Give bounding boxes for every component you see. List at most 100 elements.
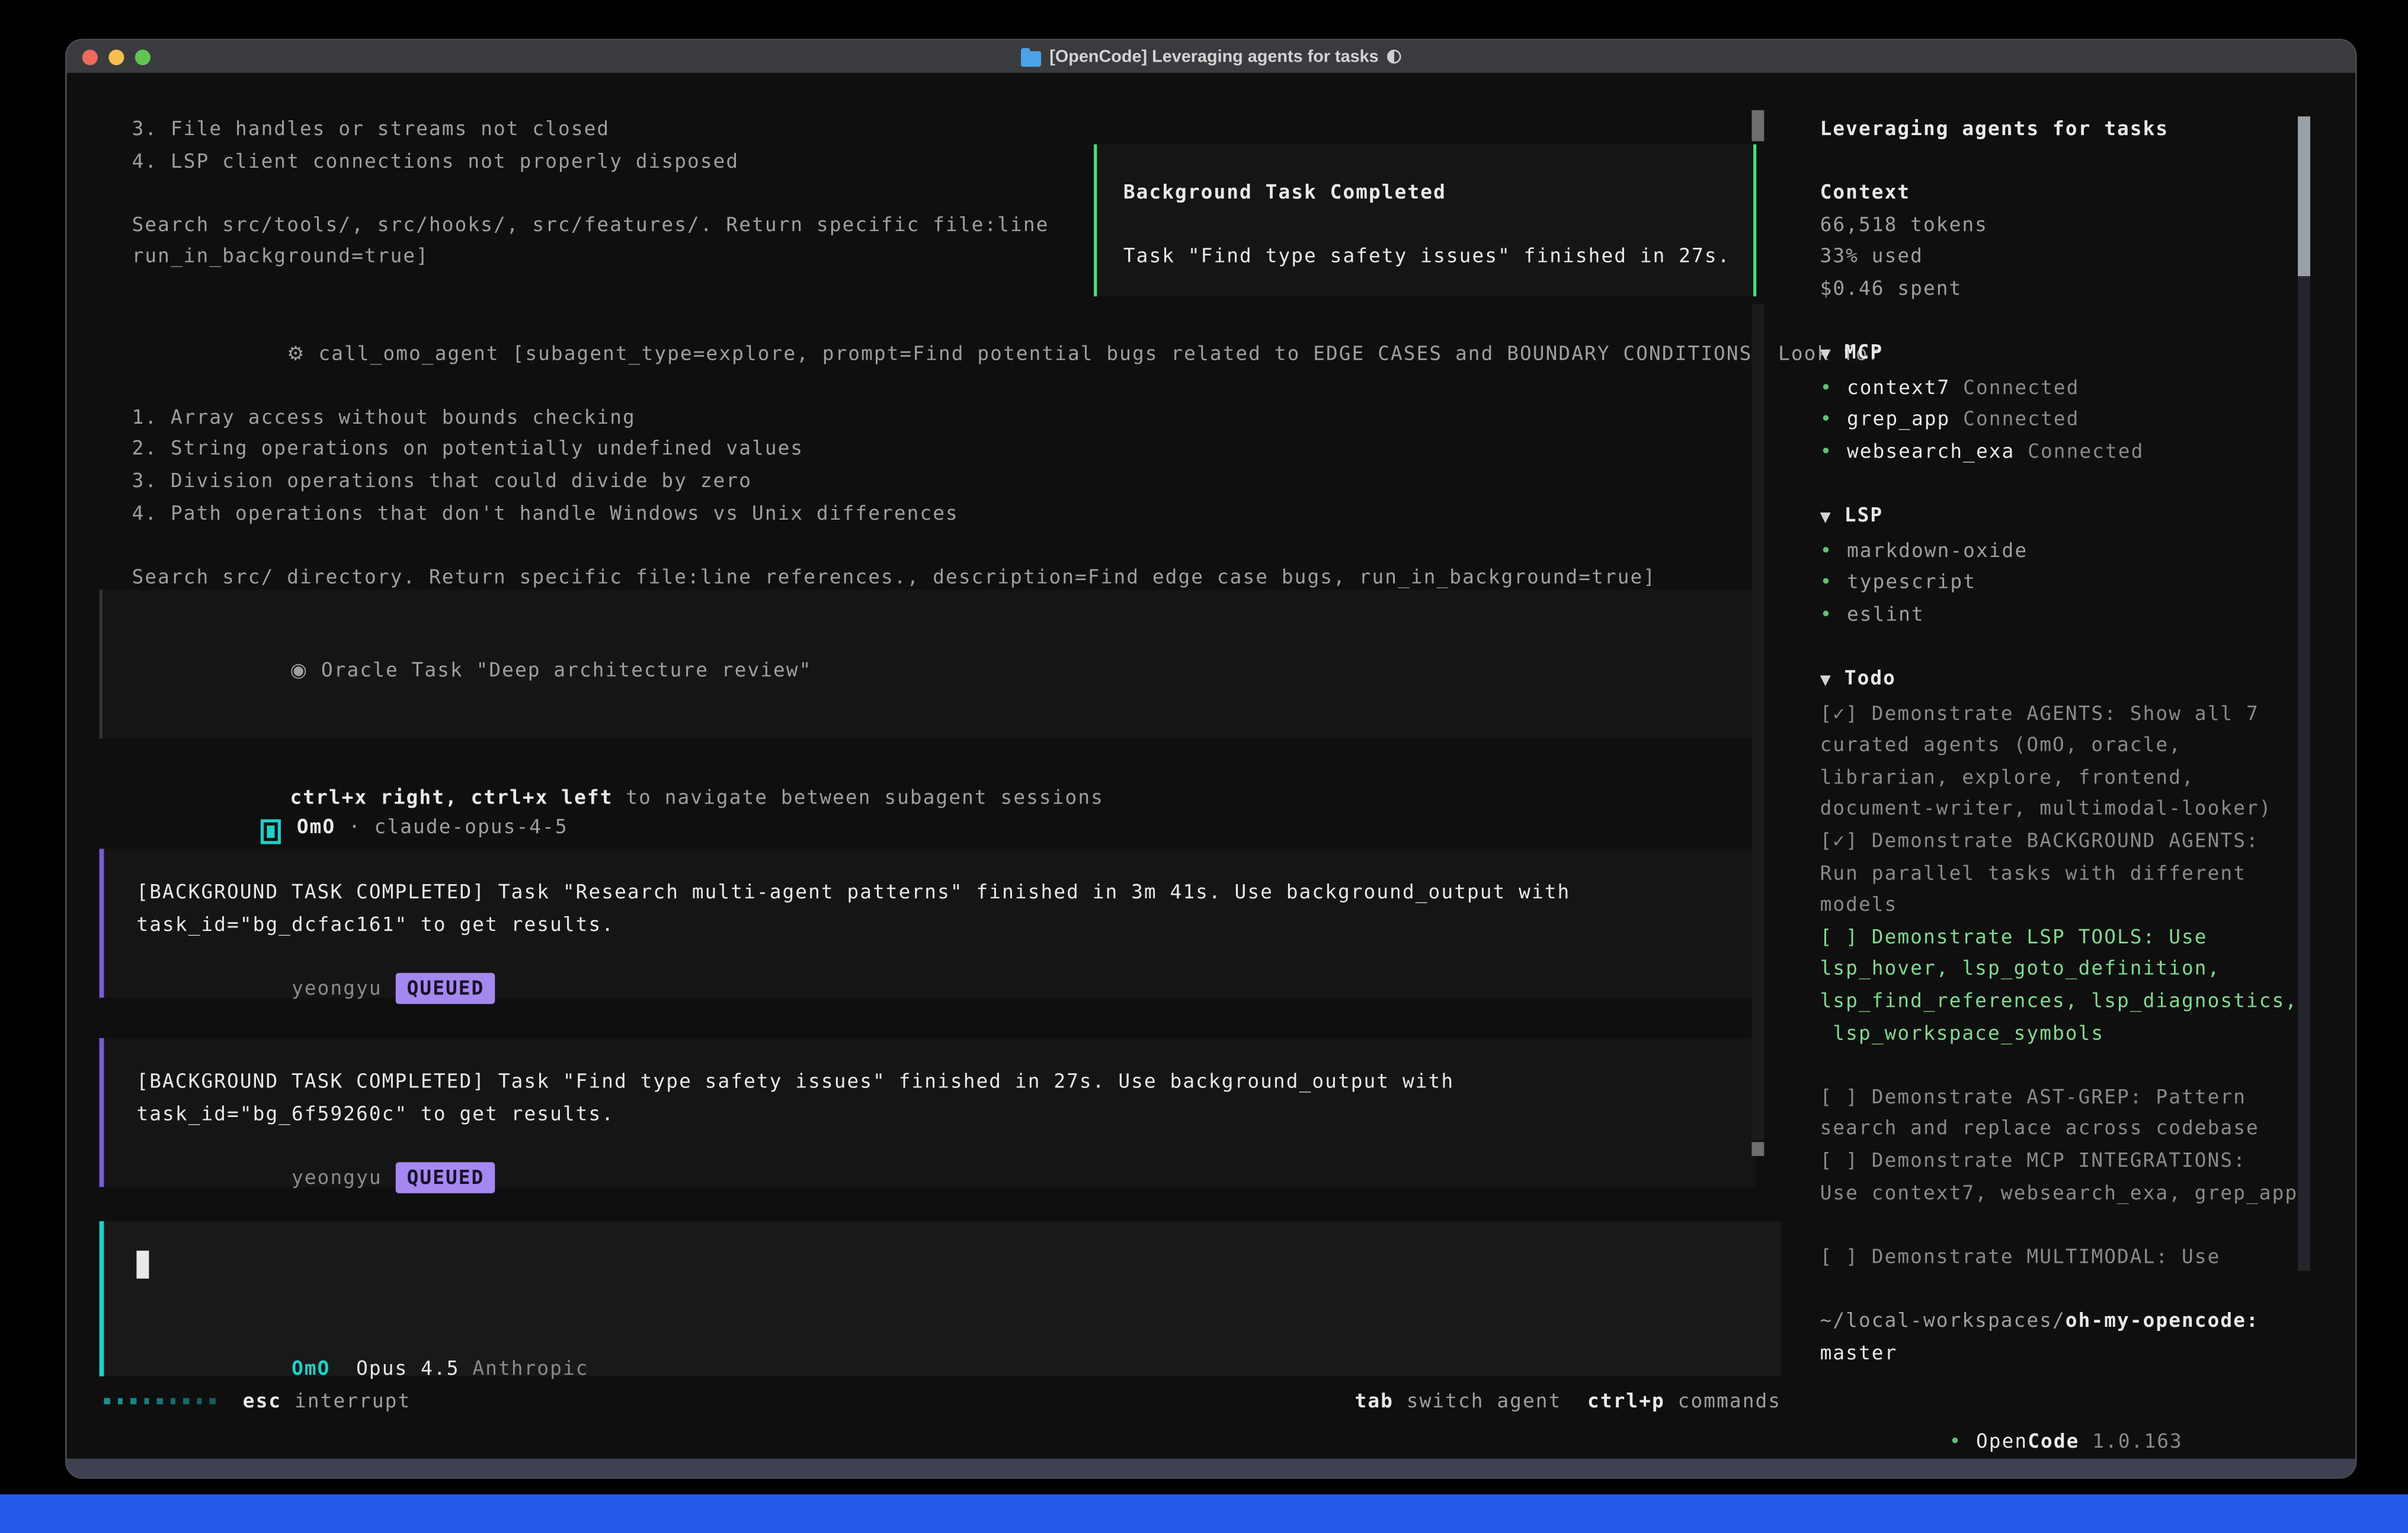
text-cursor: [136, 1251, 149, 1279]
sidebar-scrollbar-thumb[interactable]: [2298, 116, 2310, 276]
agent-model: claude-opus-4-5: [374, 814, 568, 837]
spinner-dots: [104, 1398, 214, 1404]
agent-separator: ·: [348, 814, 361, 837]
mcp-item: • websearch_exa Connected: [1820, 436, 2354, 468]
folder-icon: [1022, 50, 1042, 66]
tab-key-label: switch agent: [1407, 1385, 1562, 1417]
status-dot-icon: •: [1820, 538, 1833, 561]
notification-title: Background Task Completed: [1123, 177, 1753, 209]
lsp-item: •typescript: [1820, 567, 2354, 599]
mcp-heading: MCP: [1845, 337, 1883, 369]
context-details: 66,518 tokens 33% used $0.46 spent: [1820, 209, 2354, 305]
status-dot-icon: •: [1820, 439, 1833, 462]
main-scrollbar-end[interactable]: [1751, 1142, 1764, 1156]
oracle-task-card: ◉ Oracle Task "Deep architecture review"…: [100, 590, 1757, 738]
status-dot-icon: •: [1820, 570, 1833, 593]
titlebar[interactable]: [OpenCode] Leveraging agents for tasks: [67, 40, 2355, 73]
task-message: [BACKGROUND TASK COMPLETED] Task "Find t…: [100, 1038, 1757, 1187]
todo-section: ▼Todo [✓] Demonstrate AGENTS: Show all 7…: [1820, 663, 2354, 1273]
fisheye-icon: ◉: [290, 657, 308, 680]
chevron-down-icon[interactable]: ▼: [1820, 666, 1832, 698]
status-dot-icon: •: [1820, 602, 1833, 625]
mcp-status: Connected: [2028, 439, 2144, 462]
todo-item-completed: [✓] Demonstrate AGENTS: Show all 7 curat…: [1820, 698, 2354, 826]
desktop-accent-strip: [0, 1494, 2408, 1533]
input-model-name[interactable]: Opus 4.5: [356, 1356, 459, 1379]
status-bar-right: tab switch agent ctrl+p commands: [1355, 1385, 1782, 1416]
mcp-name: grep_app: [1847, 407, 1950, 430]
mcp-name: websearch_exa: [1847, 439, 2015, 462]
tab-key-hint: tab: [1355, 1385, 1394, 1417]
esc-key-label: interrupt: [294, 1385, 411, 1417]
input-provider-name: Anthropic: [472, 1356, 588, 1379]
todo-heading-row[interactable]: ▼Todo: [1820, 663, 2354, 697]
transcript-pane: 3. File handles or streams not closed 4.…: [68, 73, 1799, 1458]
lsp-name: eslint: [1847, 602, 1925, 625]
task-author: yeongyu: [292, 1165, 382, 1188]
lsp-heading-row[interactable]: ▼ LSP: [1820, 500, 2354, 535]
workspace-info: ~/local-workspaces/oh-my-opencode: maste…: [1820, 1305, 2354, 1369]
lsp-item: • eslint: [1820, 599, 2354, 631]
tool-call-body: 1. Array access without bounds checking …: [132, 402, 1882, 594]
status-bar-left: esc interrupt: [104, 1385, 411, 1416]
workspace-branch: master: [1820, 1337, 2354, 1369]
chevron-down-icon[interactable]: ▼: [1820, 503, 1832, 535]
context-heading: Context: [1820, 177, 2354, 209]
mcp-status: Connected: [1963, 407, 2079, 430]
status-dot-icon: •: [1820, 407, 1833, 430]
status-dot-icon: •: [1949, 1429, 1962, 1452]
close-button[interactable]: [82, 49, 98, 64]
todo-item-in-progress: [ ] Demonstrate LSP TOOLS: Use lsp_hover…: [1820, 921, 2354, 1049]
gear-icon: ⚙: [287, 341, 305, 364]
zoom-button[interactable]: [135, 49, 150, 64]
window-title: [OpenCode] Leveraging agents for tasks: [1049, 47, 1378, 66]
lsp-item: •markdown-oxide: [1820, 535, 2354, 567]
notification-body: Task "Find type safety issues" finished …: [1123, 241, 1753, 273]
input-agent-name[interactable]: OmO: [292, 1356, 330, 1379]
todo-item-pending: [ ] Demonstrate MULTIMODAL: Use: [1820, 1241, 2354, 1273]
transcript-intro-text: 3. File handles or streams not closed 4.…: [132, 113, 1049, 273]
task-author: yeongyu: [292, 976, 382, 999]
progress-circle-icon: [1386, 50, 1401, 64]
main-scrollbar-track: [1751, 304, 1764, 1140]
app-name-light: Open: [1976, 1429, 2028, 1452]
desktop: [OpenCode] Leveraging agents for tasks 3…: [0, 0, 2408, 1533]
mcp-heading-row[interactable]: ▼ MCP: [1820, 337, 2354, 372]
background-task-notification: Background Task Completed Task "Find typ…: [1094, 145, 1756, 297]
mcp-item: • grep_app Connected: [1820, 404, 2354, 436]
minimize-button[interactable]: [108, 49, 124, 64]
esc-key-hint: esc: [243, 1385, 281, 1417]
main-scrollbar-thumb[interactable]: [1751, 110, 1764, 141]
app-name-bold: Code: [2028, 1429, 2079, 1452]
lsp-heading: LSP: [1845, 500, 1883, 532]
oracle-task-title: Oracle Task "Deep architecture review": [321, 657, 812, 680]
status-badge: QUEUED: [396, 972, 495, 1004]
agent-square-icon: [261, 819, 281, 844]
task-message-body: [BACKGROUND TASK COMPLETED] Task "Find t…: [136, 1066, 1756, 1130]
lsp-section: ▼ LSP •markdown-oxide •typescript • eslint: [1820, 500, 2354, 631]
commands-key-hint: ctrl+p: [1587, 1385, 1665, 1417]
terminal-window: [OpenCode] Leveraging agents for tasks 3…: [67, 40, 2355, 1477]
chevron-down-icon[interactable]: ▼: [1820, 340, 1832, 372]
status-badge: QUEUED: [396, 1162, 495, 1194]
todo-item-completed: [✓] Demonstrate BACKGROUND AGENTS: Run p…: [1820, 825, 2354, 921]
status-dot-icon: •: [1820, 375, 1833, 398]
mcp-section: ▼ MCP •context7 Connected • grep_app Conne…: [1820, 337, 2354, 468]
workspace-repo: oh-my-opencode:: [2066, 1308, 2259, 1331]
terminal-content: 3. File handles or streams not closed 4.…: [68, 73, 2353, 1458]
task-message-body: [BACKGROUND TASK COMPLETED] Task "Resear…: [136, 876, 1756, 940]
oracle-hint-text: to navigate between subagent sessions: [613, 785, 1103, 808]
session-title: Leveraging agents for tasks: [1820, 113, 2354, 145]
agent-name: OmO: [297, 814, 335, 837]
session-sidebar: Leveraging agents for tasks Context 66,5…: [1801, 73, 2353, 1458]
tool-call-header: call_omo_agent [subagent_type=explore, p…: [319, 341, 1882, 364]
task-message: [BACKGROUND TASK COMPLETED] Task "Resear…: [100, 849, 1757, 997]
workspace-path-prefix: ~/local-workspaces/: [1820, 1308, 2066, 1331]
todo-item-pending: [ ] Demonstrate AST-GREP: Pattern search…: [1820, 1081, 2354, 1145]
version-line: • OpenCode 1.0.163: [1820, 1394, 2354, 1459]
tool-call-block: ⚙ call_omo_agent [subagent_type=explore,…: [132, 306, 1882, 593]
mcp-item: •context7 Connected: [1820, 372, 2354, 404]
app-version: 1.0.163: [2092, 1429, 2183, 1452]
prompt-input[interactable]: OmO Opus 4.5 Anthropic: [100, 1221, 1782, 1377]
mcp-status: Connected: [1963, 375, 2079, 398]
